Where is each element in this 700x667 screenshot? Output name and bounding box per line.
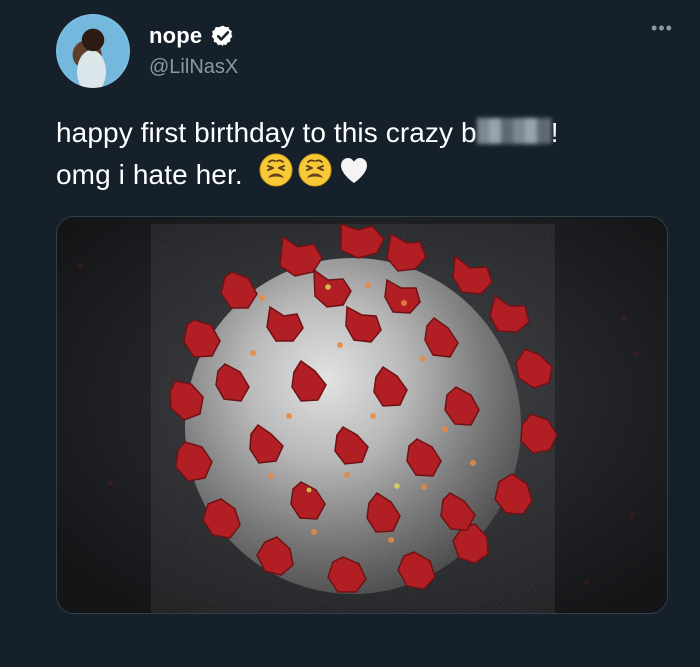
tweet-image-card[interactable] [56,216,668,614]
more-options-icon[interactable]: ••• [644,16,680,40]
tweet-text-before-redaction: happy first birthday to this crazy b [56,117,477,148]
display-name[interactable]: nope [149,22,202,50]
white-heart-icon [340,158,367,183]
tweet-text-line-1: happy first birthday to this crazy b! [56,113,666,152]
redacted-word-block [476,118,551,144]
tweet-text: happy first birthday to this crazy b! om… [56,113,666,194]
tweet-text-second-line: omg i hate her. [56,159,243,190]
profile-avatar[interactable] [56,14,130,88]
user-handle[interactable]: @LilNasX [149,54,238,80]
tweet-text-line-2: omg i hate her. [56,152,666,194]
coronavirus-image [57,217,667,613]
tweet-screen: nope @LilNasX ••• happy first birthday t… [0,0,700,667]
verified-badge-icon [211,25,233,47]
tweet-text-after-redaction: ! [550,117,559,148]
emoji-group [258,152,372,188]
weary-face-icon [259,153,293,187]
weary-face-icon [298,153,332,187]
